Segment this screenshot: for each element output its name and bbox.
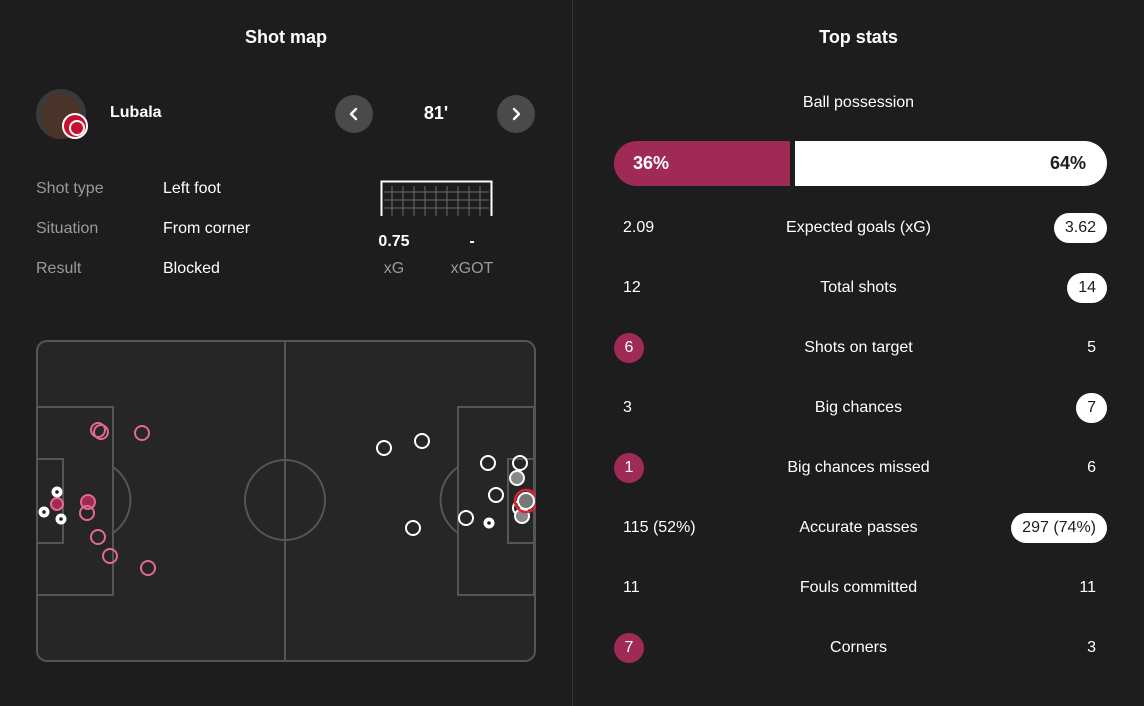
stat-home-value: 3 xyxy=(623,399,632,416)
stat-away-value: 3.62 xyxy=(1053,213,1107,243)
top-stats-panel: Top stats Ball possession 36% 64% Expect… xyxy=(573,0,1144,706)
stat-label: Shots on target xyxy=(804,339,913,356)
shot-map-panel: Shot map Lubala 81' Shot type Left foot … xyxy=(0,0,572,706)
stat-row: Total shots 12 14 xyxy=(573,273,1144,305)
stat-home-value: 12 xyxy=(623,279,641,296)
stat-away-value: 7 xyxy=(1076,393,1107,423)
stat-away-value: 5 xyxy=(1087,339,1096,356)
shot-marker xyxy=(509,470,525,486)
situation-label: Situation xyxy=(36,220,99,237)
xg-value: 0.75 xyxy=(378,233,410,250)
away-goals xyxy=(483,517,495,529)
stat-row: Shots on target 6 5 xyxy=(573,333,1144,365)
shot-marker xyxy=(50,497,64,511)
possession-bar-home: 36% xyxy=(614,141,790,186)
situation-value: From corner xyxy=(163,220,251,237)
possession-bar-away: 64% xyxy=(795,141,1107,186)
chevron-left-icon xyxy=(349,107,358,121)
top-stats-title: Top stats xyxy=(819,27,898,47)
xgot-label: xGOT xyxy=(450,260,494,277)
next-shot-button[interactable] xyxy=(497,95,535,133)
player-avatar xyxy=(36,89,88,139)
stat-label: Big chances xyxy=(814,399,903,416)
chevron-right-icon xyxy=(512,107,521,121)
selected-shot-marker xyxy=(513,488,536,514)
stat-row: Fouls committed 11 11 xyxy=(573,573,1144,605)
stat-home-value: 115 (52%) xyxy=(623,519,696,536)
stat-away-value: 297 (74%) xyxy=(1011,513,1107,543)
xgot-value: - xyxy=(469,233,475,250)
stat-row: Big chances missed 1 6 xyxy=(573,453,1144,485)
stat-away-value: 6 xyxy=(1087,459,1096,476)
shot-type-value: Left foot xyxy=(163,180,221,197)
result-label: Result xyxy=(36,260,82,277)
stat-row: Big chances 3 7 xyxy=(573,393,1144,425)
possession-label: Ball possession xyxy=(802,94,915,111)
goal-net-icon xyxy=(380,180,493,218)
stat-home-value: 11 xyxy=(623,579,640,596)
previous-shot-button[interactable] xyxy=(335,95,373,133)
shot-map-title: Shot map xyxy=(244,27,327,47)
stat-label: Fouls committed xyxy=(799,579,918,596)
shot-map-pitch xyxy=(36,340,536,662)
stat-home-value: 6 xyxy=(614,333,644,363)
stat-label: Big chances missed xyxy=(787,459,930,476)
stat-away-value: 11 xyxy=(1079,579,1096,596)
stat-home-value: 1 xyxy=(614,453,644,483)
result-value: Blocked xyxy=(163,260,220,277)
shot-type-label: Shot type xyxy=(36,180,104,197)
team-crest-icon xyxy=(62,113,88,139)
stat-home-value: 7 xyxy=(614,633,644,663)
stat-label: Total shots xyxy=(820,279,897,296)
xg-label: xG xyxy=(383,260,405,277)
stat-away-value: 14 xyxy=(1067,273,1107,303)
stat-home-value: 2.09 xyxy=(623,219,655,236)
stat-row: Corners 7 3 xyxy=(573,633,1144,665)
shot-minute: 81' xyxy=(423,103,449,123)
pitch-markings xyxy=(36,340,536,662)
stat-row: Accurate passes 115 (52%) 297 (74%) xyxy=(573,513,1144,545)
stat-row: Expected goals (xG) 2.09 3.62 xyxy=(573,213,1144,245)
player-name: Lubala xyxy=(110,104,162,121)
stat-label: Corners xyxy=(830,639,887,656)
stat-away-value: 3 xyxy=(1087,639,1096,656)
